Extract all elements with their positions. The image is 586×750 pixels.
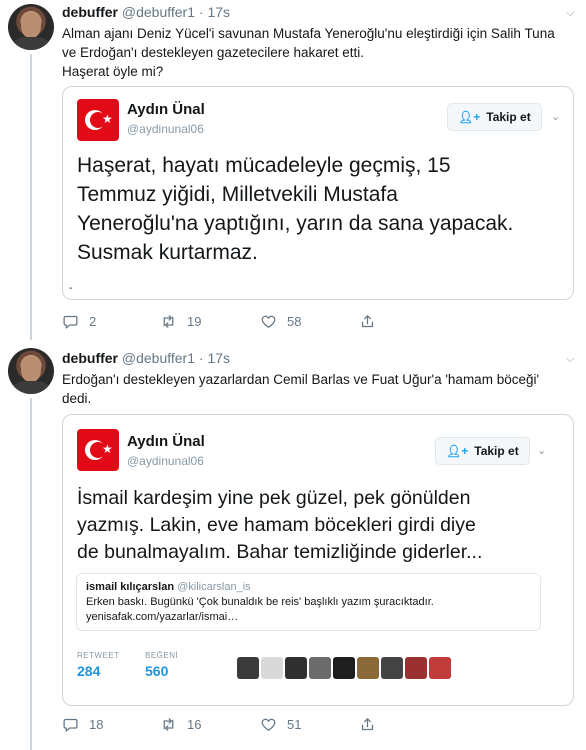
embedded-tweet-card[interactable]: ★ Aydın Ünal @aydinunal06 👤︎+ Takip et ⌄… bbox=[62, 414, 574, 706]
reply-icon bbox=[63, 718, 78, 732]
tweet-text-line: dedi. bbox=[62, 391, 92, 406]
liker-avatar[interactable] bbox=[237, 657, 259, 679]
share-icon bbox=[361, 315, 374, 328]
retweet-button[interactable]: 19 bbox=[160, 313, 201, 330]
reply-button[interactable]: 18 bbox=[62, 716, 103, 733]
retweet-icon bbox=[163, 718, 174, 731]
reply-count: 18 bbox=[89, 717, 104, 732]
like-stat-label: BEĞENİ bbox=[145, 651, 179, 660]
chevron-down-icon[interactable]: ⌵ bbox=[566, 354, 576, 365]
liker-avatar[interactable] bbox=[333, 657, 355, 679]
reply-button[interactable]: 2 bbox=[62, 313, 96, 330]
like-count: 58 bbox=[287, 314, 302, 329]
author-handle[interactable]: @debuffer1 bbox=[122, 350, 195, 366]
card-text-line: Haşerat, hayatı mücadeleyle geçmiş, 15 bbox=[77, 154, 451, 177]
tweet[interactable]: debuffer @debuffer1 · 17s ⌵ Erdoğan'ı de… bbox=[0, 340, 586, 750]
timestamp[interactable]: 17s bbox=[207, 4, 230, 20]
like-count: 51 bbox=[287, 717, 302, 732]
card-text-line: yazmış. Lakin, eve hamam böcekleri girdi… bbox=[77, 514, 476, 536]
liker-avatar[interactable] bbox=[381, 657, 403, 679]
card-author-name[interactable]: Aydın Ünal bbox=[127, 101, 205, 118]
quoted-author-name: ismail kılıçarslan bbox=[86, 581, 175, 593]
card-tweet-text: Haşerat, hayatı mücadeleyle geçmiş, 15 T… bbox=[77, 151, 559, 267]
liker-avatar[interactable] bbox=[285, 657, 307, 679]
reply-icon bbox=[63, 315, 78, 329]
tweet-header: debuffer @debuffer1 · 17s bbox=[62, 350, 230, 366]
share-icon bbox=[361, 718, 374, 731]
author-handle[interactable]: @debuffer1 bbox=[122, 4, 195, 20]
liker-avatar[interactable] bbox=[405, 657, 427, 679]
like-stat[interactable]: BEĞENİ 560 bbox=[145, 651, 178, 679]
liker-avatar[interactable] bbox=[261, 657, 283, 679]
retweet-button[interactable]: 16 bbox=[160, 716, 201, 733]
card-author-name[interactable]: Aydın Ünal bbox=[127, 433, 205, 450]
avatar[interactable] bbox=[8, 4, 54, 50]
tweet-actions: 2 19 58 bbox=[62, 313, 382, 333]
follow-label: Takip et bbox=[486, 110, 531, 124]
reply-count: 2 bbox=[89, 314, 97, 329]
thread-line bbox=[30, 54, 32, 340]
tweet-header: debuffer @debuffer1 · 17s bbox=[62, 4, 230, 20]
thread-line bbox=[30, 398, 32, 750]
card-tweet-text: İsmail kardeşim yine pek güzel, pek gönü… bbox=[77, 485, 559, 566]
add-user-icon: 👤︎+ bbox=[446, 444, 469, 458]
retweet-stat[interactable]: RETWEET 284 bbox=[77, 651, 120, 679]
heart-icon bbox=[261, 315, 276, 328]
embedded-tweet-card[interactable]: ★ Aydın Ünal @aydinunal06 👤︎+ Takip et ⌄… bbox=[62, 86, 574, 300]
author-name[interactable]: debuffer bbox=[62, 4, 118, 20]
card-author-handle[interactable]: @aydinunal06 bbox=[127, 122, 204, 136]
card-text-line: İsmail kardeşim yine pek güzel, pek gönü… bbox=[77, 487, 471, 509]
tweet-text-line: ve Erdoğan'ı destekleyen gazetecilere ha… bbox=[62, 45, 365, 60]
share-button[interactable] bbox=[359, 716, 376, 733]
quoted-link[interactable]: yenisafak.com/yazarlar/ismai… bbox=[86, 610, 531, 625]
follow-button[interactable]: 👤︎+ Takip et bbox=[435, 437, 530, 465]
liker-avatar[interactable] bbox=[429, 657, 451, 679]
quoted-tweet[interactable]: ismail kılıçarslan @kilicarslan_is Erken… bbox=[76, 573, 541, 631]
retweet-stat-label: RETWEET bbox=[77, 651, 120, 660]
separator-dot: · bbox=[198, 350, 204, 366]
author-name[interactable]: debuffer bbox=[62, 350, 118, 366]
tweet-text-line: Haşerat öyle mi? bbox=[62, 64, 164, 79]
like-button[interactable]: 51 bbox=[260, 716, 301, 733]
turkish-flag-avatar: ★ bbox=[77, 429, 119, 471]
add-user-icon: 👤︎+ bbox=[458, 110, 481, 124]
like-button[interactable]: 58 bbox=[260, 313, 301, 330]
retweet-count: 16 bbox=[187, 717, 202, 732]
retweet-icon bbox=[163, 315, 174, 328]
tweet[interactable]: debuffer @debuffer1 · 17s ⌵ Alman ajanı … bbox=[0, 0, 586, 340]
card-text-line: Yeneroğlu'na yaptığını, yarın da sana ya… bbox=[77, 212, 514, 235]
engagement-stats: RETWEET 284 BEĞENİ 560 bbox=[77, 651, 557, 691]
follow-button[interactable]: 👤︎+ Takip et bbox=[447, 103, 542, 131]
timestamp[interactable]: 17s bbox=[207, 350, 230, 366]
quoted-author-handle: @kilicarslan_is bbox=[177, 581, 251, 593]
share-button[interactable] bbox=[359, 313, 376, 330]
retweet-stat-value: 284 bbox=[77, 663, 101, 679]
tweet-actions: 18 16 51 bbox=[62, 716, 382, 736]
liker-avatars bbox=[237, 657, 451, 679]
chevron-down-icon[interactable]: ⌄ bbox=[537, 444, 546, 457]
heart-icon bbox=[261, 718, 276, 731]
follow-label: Takip et bbox=[474, 444, 519, 458]
quoted-text: Erken baskı. Bugünkü 'Çok bunaldık be re… bbox=[86, 596, 434, 608]
retweet-count: 19 bbox=[187, 314, 202, 329]
card-author-handle[interactable]: @aydinunal06 bbox=[127, 454, 204, 468]
chevron-down-icon[interactable]: ⌄ bbox=[551, 110, 560, 123]
card-text-line: Susmak kurtarmaz. bbox=[77, 241, 258, 264]
card-mark: - bbox=[69, 283, 73, 294]
liker-avatar[interactable] bbox=[309, 657, 331, 679]
tweet-text: Erdoğan'ı destekleyen yazarlardan Cemil … bbox=[62, 370, 562, 408]
tweet-text: Alman ajanı Deniz Yücel'i savunan Mustaf… bbox=[62, 24, 562, 81]
tweet-text-line: Erdoğan'ı destekleyen yazarlardan Cemil … bbox=[62, 372, 540, 387]
tweet-text-line: Alman ajanı Deniz Yücel'i savunan Mustaf… bbox=[62, 26, 555, 41]
like-stat-value: 560 bbox=[145, 663, 169, 679]
avatar[interactable] bbox=[8, 348, 54, 394]
card-text-line: de bunalmayalım. Bahar temizliğinde gide… bbox=[77, 541, 483, 563]
chevron-down-icon[interactable]: ⌵ bbox=[566, 8, 576, 19]
card-text-line: Temmuz yiğidi, Milletvekili Mustafa bbox=[77, 183, 398, 206]
separator-dot: · bbox=[198, 4, 204, 20]
turkish-flag-avatar: ★ bbox=[77, 99, 119, 141]
liker-avatar[interactable] bbox=[357, 657, 379, 679]
